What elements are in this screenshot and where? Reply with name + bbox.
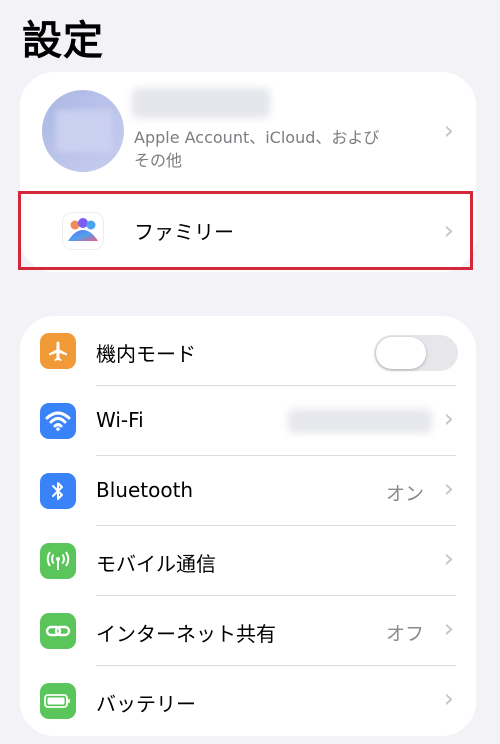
account-name-blurred [132,88,270,118]
chevron-right-icon: › [443,544,454,574]
cellular-antenna-icon [40,543,76,579]
cellular-row[interactable]: モバイル通信 › [20,526,476,596]
battery-row[interactable]: バッテリー › [20,666,476,736]
airplane-mode-row: 機内モード [20,316,476,386]
wifi-label: Wi-Fi [96,408,144,432]
account-subtitle: Apple Account、iCloud、および その他 [134,128,380,170]
chevron-right-icon: › [443,614,454,644]
wifi-row[interactable]: Wi-Fi › [20,386,476,456]
bluetooth-row[interactable]: Bluetooth オン › [20,456,476,526]
cellular-label: モバイル通信 [96,552,216,576]
airplane-icon [40,333,76,369]
connectivity-settings-card: 機内モード Wi-Fi › Bluetooth オン › モバイル通信 › イン… [20,316,476,736]
avatar-blurred-content [56,110,112,152]
toggle-knob [376,337,426,369]
bluetooth-icon [40,473,76,509]
wifi-icon [40,403,76,439]
airplane-mode-label: 機内モード [96,342,196,366]
bluetooth-label: Bluetooth [96,478,194,502]
chevron-right-icon: › [443,474,454,504]
page-title: 設定 [22,18,104,64]
apple-account-row[interactable]: Apple Account、iCloud、および その他 › [20,72,476,190]
avatar [42,90,124,172]
battery-label: バッテリー [96,692,196,716]
personal-hotspot-row[interactable]: インターネット共有 オフ › [20,596,476,666]
chevron-right-icon: › [443,404,454,434]
airplane-mode-toggle[interactable] [374,335,458,371]
wifi-network-name-blurred [288,409,432,433]
family-highlight-box [18,191,473,270]
bluetooth-status: オン [385,483,424,505]
personal-hotspot-label: インターネット共有 [96,622,276,646]
personal-hotspot-status: オフ [385,623,424,645]
battery-icon [40,683,76,719]
link-chain-icon [40,613,76,649]
chevron-right-icon: › [443,116,454,146]
chevron-right-icon: › [443,684,454,714]
